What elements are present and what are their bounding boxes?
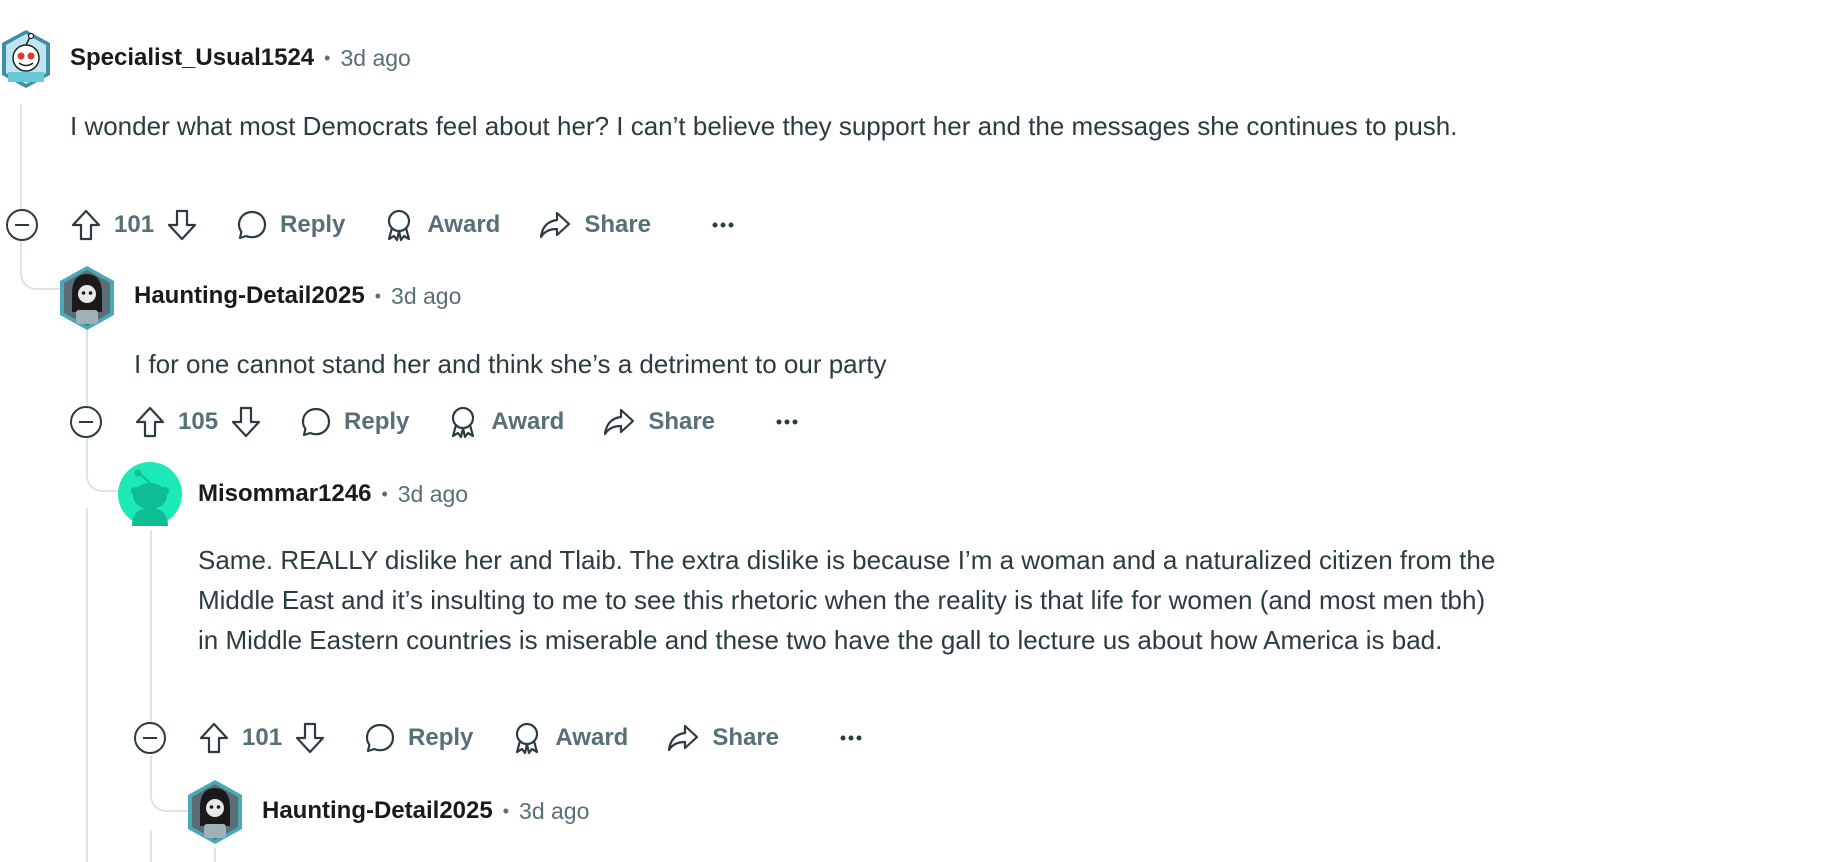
collapse-button[interactable] <box>134 722 166 754</box>
user-avatar[interactable] <box>58 264 116 332</box>
thread-line[interactable] <box>214 848 216 862</box>
minus-icon <box>79 421 93 423</box>
username[interactable]: Misommar1246 <box>198 480 371 508</box>
comment-body: I for one cannot stand her and think she… <box>134 349 887 379</box>
thread-elbow <box>150 756 190 812</box>
vote-score: 101 <box>114 211 155 238</box>
separator: • <box>374 285 382 306</box>
separator: • <box>381 483 388 504</box>
share-label: Share <box>648 408 716 435</box>
comment-meta: Haunting-Detail2025 • 3d ago <box>134 282 461 310</box>
upvote-icon[interactable] <box>70 208 102 242</box>
downvote-icon[interactable] <box>294 721 326 755</box>
reply-label: Reply <box>408 724 474 751</box>
comment-bubble-icon <box>237 210 267 240</box>
ellipsis-icon <box>712 222 734 228</box>
upvote-icon[interactable] <box>198 721 230 755</box>
vote-group: 101 <box>70 208 198 242</box>
vote-group: 105 <box>134 405 262 439</box>
comment-actions: 101 Reply Award Share <box>198 716 863 760</box>
thread-line[interactable] <box>86 508 88 862</box>
thread-elbow <box>20 240 60 290</box>
reply-label: Reply <box>344 408 410 435</box>
award-label: Award <box>427 211 501 238</box>
username[interactable]: Haunting-Detail2025 <box>262 797 493 825</box>
vote-score: 101 <box>242 724 283 751</box>
comment-meta: Specialist_Usual1524 • 3d ago <box>70 44 411 72</box>
thread-elbow <box>86 440 122 492</box>
vote-score: 105 <box>178 408 219 435</box>
separator: • <box>324 47 331 68</box>
ellipsis-icon <box>840 735 862 741</box>
reply-button[interactable]: Reply <box>364 722 473 754</box>
username[interactable]: Specialist_Usual1524 <box>70 44 314 72</box>
timestamp[interactable]: 3d ago <box>519 798 589 825</box>
award-icon <box>452 406 475 439</box>
more-options-button[interactable] <box>711 221 735 229</box>
minus-icon <box>15 224 29 226</box>
separator: • <box>502 800 510 821</box>
award-button[interactable]: Award <box>511 721 628 755</box>
comment-actions: 101 Reply Award Share <box>70 203 735 247</box>
downvote-icon[interactable] <box>230 405 262 439</box>
minus-icon <box>143 737 157 739</box>
award-button[interactable]: Award <box>383 208 500 242</box>
user-avatar[interactable] <box>0 28 52 90</box>
more-options-button[interactable] <box>775 418 799 426</box>
collapse-button[interactable] <box>6 209 38 241</box>
thread-line[interactable] <box>20 104 22 224</box>
comment-body: I wonder what most Democrats feel about … <box>70 111 1458 141</box>
share-icon <box>604 408 635 436</box>
comment-meta: Misommar1246 • 3d ago <box>198 480 468 508</box>
share-icon <box>668 724 699 752</box>
ellipsis-icon <box>776 419 798 425</box>
reply-button[interactable]: Reply <box>236 209 345 241</box>
comment-body: Same. REALLY dislike her and Tlaib. The … <box>198 545 1496 655</box>
award-icon <box>516 722 539 755</box>
user-avatar[interactable] <box>186 778 244 846</box>
award-button[interactable]: Award <box>447 405 564 439</box>
timestamp[interactable]: 3d ago <box>391 283 461 310</box>
upvote-icon[interactable] <box>134 405 166 439</box>
thread-line[interactable] <box>150 530 152 730</box>
username[interactable]: Haunting-Detail2025 <box>134 282 365 310</box>
share-label: Share <box>712 724 780 751</box>
award-label: Award <box>491 408 565 435</box>
more-options-button[interactable] <box>839 734 863 742</box>
comment-meta: Haunting-Detail2025 • 3d ago <box>262 797 589 825</box>
comment-bubble-icon <box>365 723 395 753</box>
downvote-icon[interactable] <box>166 208 198 242</box>
award-label: Award <box>555 724 629 751</box>
comment-bubble-icon <box>301 407 331 437</box>
timestamp[interactable]: 3d ago <box>398 481 468 508</box>
share-button[interactable]: Share <box>666 722 779 754</box>
user-avatar[interactable] <box>118 462 182 526</box>
share-button[interactable]: Share <box>602 406 715 438</box>
timestamp[interactable]: 3d ago <box>340 45 410 72</box>
vote-group: 101 <box>198 721 326 755</box>
share-button[interactable]: Share <box>538 209 651 241</box>
comment-actions: 105 Reply Award Share <box>134 400 799 444</box>
reply-button[interactable]: Reply <box>300 406 409 438</box>
thread-line[interactable] <box>150 830 152 862</box>
reply-label: Reply <box>280 211 346 238</box>
collapse-button[interactable] <box>70 406 102 438</box>
share-label: Share <box>584 211 652 238</box>
award-icon <box>388 209 411 242</box>
share-icon <box>540 211 571 239</box>
